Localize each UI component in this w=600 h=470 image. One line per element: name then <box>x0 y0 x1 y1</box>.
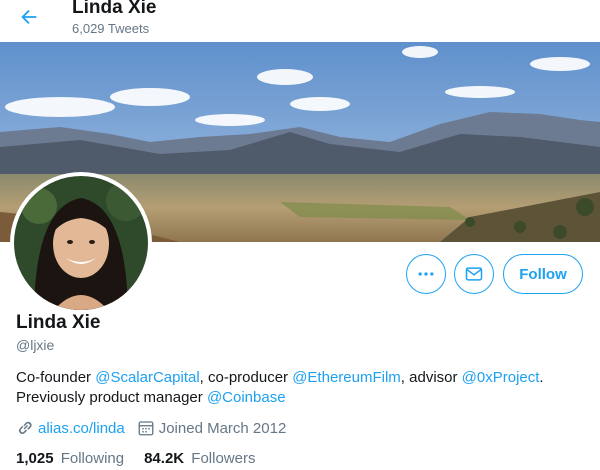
website-link[interactable]: alias.co/linda <box>38 420 125 437</box>
bio-mention-0xproject[interactable]: @0xProject <box>462 369 540 386</box>
profile-name: Linda Xie <box>16 312 101 333</box>
bio-text: , advisor <box>400 369 462 386</box>
followers-label: Followers <box>191 450 256 467</box>
header-tweet-count: 6,029 Tweets <box>72 21 150 36</box>
follow-stats: 1,025 Following 84.2K Followers <box>16 450 275 467</box>
bio-text: , co-producer <box>199 369 293 386</box>
followers-count: 84.2K <box>144 450 185 467</box>
profile-bio: Co-founder @ScalarCapital, co-producer @… <box>16 368 586 408</box>
header-name: Linda Xie <box>72 0 157 18</box>
bio-mention-ethereumfilm[interactable]: @EthereumFilm <box>292 369 401 386</box>
profile-meta: alias.co/linda Joined March 2012 <box>16 418 286 438</box>
follow-button[interactable]: Follow <box>503 254 583 294</box>
joined-date: Joined March 2012 <box>158 419 287 437</box>
arrow-left-icon <box>21 9 37 25</box>
back-button[interactable] <box>14 2 44 32</box>
bio-text: Co-founder <box>16 369 96 386</box>
message-button[interactable] <box>454 254 494 294</box>
following-link[interactable]: 1,025 Following <box>16 450 124 467</box>
profile-avatar[interactable] <box>10 172 152 314</box>
profile-header: Linda Xie 6,029 Tweets <box>0 0 600 42</box>
following-count: 1,025 <box>16 450 54 467</box>
more-options-button[interactable] <box>406 254 446 294</box>
followers-link[interactable]: 84.2K Followers <box>144 450 255 467</box>
bio-mention-coinbase[interactable]: @Coinbase <box>207 389 286 406</box>
link-icon <box>16 419 34 437</box>
more-icon <box>418 272 434 276</box>
calendar-icon <box>137 419 155 437</box>
following-label: Following <box>60 450 125 467</box>
profile-handle: @ljxie <box>16 337 55 353</box>
envelope-icon <box>465 267 483 281</box>
bio-mention-scalarcapital[interactable]: @ScalarCapital <box>95 369 199 386</box>
